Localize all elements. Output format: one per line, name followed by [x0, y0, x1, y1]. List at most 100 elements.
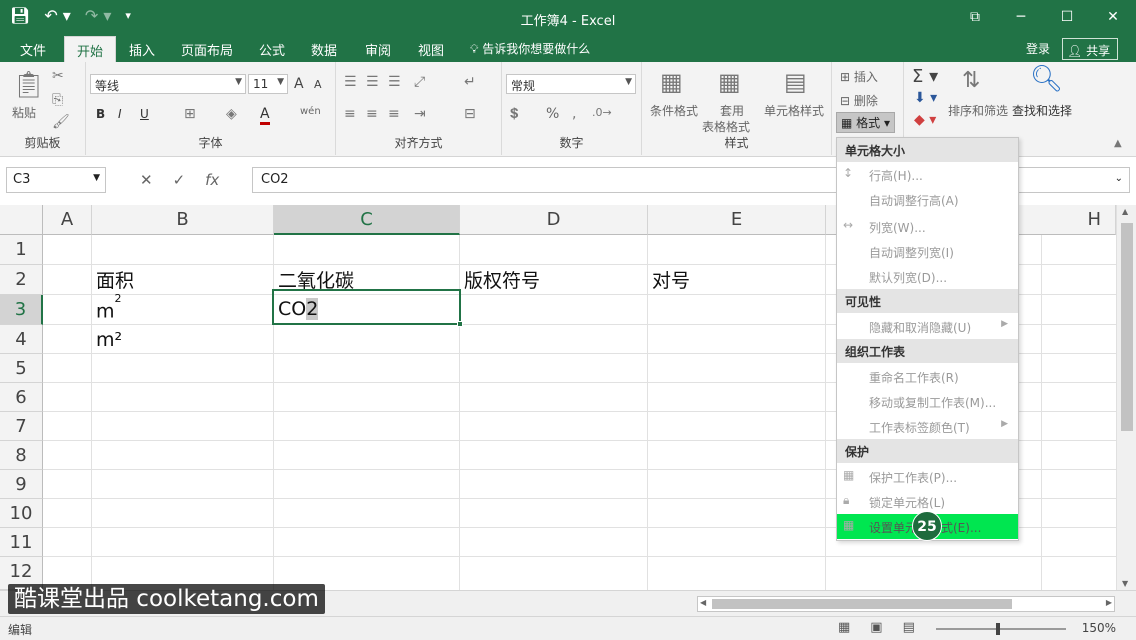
orientation-icon[interactable]: ⤢: [414, 74, 425, 90]
underline-button[interactable]: U: [140, 107, 149, 121]
row-header-7[interactable]: 7: [0, 412, 43, 441]
menu-item-protect-sheet[interactable]: ▦ 保护工作表(P)...: [837, 464, 1018, 489]
tab-home[interactable]: 开始: [64, 36, 117, 62]
find-select-label[interactable]: 查找和选择: [1012, 102, 1072, 119]
name-box[interactable]: C3 ▼: [6, 167, 106, 193]
scroll-right-icon[interactable]: ▶: [1106, 598, 1112, 607]
menu-item-tab-color[interactable]: 工作表标签颜色(T) ▶: [837, 414, 1018, 439]
paste-icon[interactable]: 📋︎: [12, 70, 45, 100]
fill-color-icon[interactable]: ◈: [226, 106, 237, 122]
autosum-icon[interactable]: Σ ▾: [912, 66, 938, 87]
column-header-b[interactable]: B: [92, 205, 274, 235]
align-bottom-icon[interactable]: ☰: [388, 74, 401, 90]
row-header-10[interactable]: 10: [0, 499, 43, 528]
delete-cells-button[interactable]: ⊟ 删除: [840, 92, 878, 109]
cell-styles-label[interactable]: 单元格样式: [764, 102, 824, 119]
percent-button[interactable]: %: [546, 106, 559, 122]
cancel-icon[interactable]: ✕: [140, 171, 153, 189]
cell-e2[interactable]: 对号: [652, 266, 690, 293]
font-color-icon[interactable]: A: [260, 106, 270, 125]
grow-font-icon[interactable]: A: [294, 76, 304, 92]
align-top-icon[interactable]: ☰: [344, 74, 357, 90]
row-header-2[interactable]: 2: [0, 265, 43, 295]
align-left-icon[interactable]: ≡: [344, 106, 356, 122]
cell-b4[interactable]: m²: [96, 329, 122, 351]
format-as-table-label-1[interactable]: 套用: [720, 102, 744, 119]
find-icon[interactable]: 🔍︎: [1030, 64, 1063, 94]
fill-handle[interactable]: [457, 321, 463, 327]
format-as-table-label-2[interactable]: 表格格式: [702, 118, 750, 135]
cut-icon[interactable]: ✂: [52, 68, 64, 84]
menu-item-default-width[interactable]: 默认列宽(D)...: [837, 264, 1018, 289]
insert-cells-button[interactable]: ⊞ 插入: [840, 68, 878, 85]
minimize-button[interactable]: ─: [998, 0, 1044, 34]
row-header-1[interactable]: 1: [0, 235, 43, 265]
row-header-8[interactable]: 8: [0, 441, 43, 470]
scroll-left-icon[interactable]: ◀: [700, 598, 706, 607]
align-center-icon[interactable]: ≡: [366, 106, 378, 122]
row-header-6[interactable]: 6: [0, 383, 43, 412]
tab-data[interactable]: 数据: [311, 40, 337, 59]
menu-item-column-width[interactable]: ↔ 列宽(W)...: [837, 214, 1018, 239]
page-layout-view-icon[interactable]: ▣: [870, 620, 882, 635]
tab-formulas[interactable]: 公式: [259, 40, 285, 59]
column-header-e[interactable]: E: [648, 205, 826, 235]
tab-review[interactable]: 审阅: [365, 40, 391, 59]
vertical-scrollbar[interactable]: ▲ ▼: [1116, 205, 1136, 590]
zoom-slider-knob[interactable]: [996, 623, 1000, 635]
currency-icon[interactable]: 💲︎: [510, 106, 518, 122]
menu-item-autofit-column[interactable]: 自动调整列宽(I): [837, 239, 1018, 264]
increase-decimal-icon[interactable]: .0→: [592, 106, 612, 119]
normal-view-icon[interactable]: ▦: [838, 620, 850, 635]
shrink-font-icon[interactable]: A: [314, 78, 322, 91]
tab-insert[interactable]: 插入: [129, 40, 155, 59]
insert-function-icon[interactable]: fx: [205, 171, 219, 189]
collapse-ribbon-icon[interactable]: ▲: [1114, 138, 1122, 149]
phonetic-icon[interactable]: wén: [300, 106, 321, 117]
vertical-scroll-thumb[interactable]: [1121, 223, 1133, 431]
align-right-icon[interactable]: ≡: [388, 106, 400, 122]
indent-icon[interactable]: ⇥: [414, 106, 426, 122]
zoom-slider[interactable]: [936, 623, 1066, 635]
font-size-select[interactable]: 11 ▼: [248, 74, 288, 94]
column-header-a[interactable]: A: [43, 205, 92, 235]
fill-icon[interactable]: ⬇ ▾: [914, 90, 937, 106]
scroll-up-icon[interactable]: ▲: [1122, 207, 1128, 216]
cell-d2[interactable]: 版权符号: [464, 266, 540, 293]
horizontal-scrollbar[interactable]: ◀ ▶: [697, 596, 1115, 612]
tab-page-layout[interactable]: 页面布局: [181, 40, 233, 59]
comma-icon[interactable]: ,: [572, 106, 576, 122]
zoom-level[interactable]: 150%: [1082, 621, 1116, 635]
scroll-down-icon[interactable]: ▼: [1122, 579, 1128, 588]
format-as-table-icon[interactable]: ▦: [718, 68, 741, 96]
select-all-corner[interactable]: [0, 205, 43, 235]
conditional-format-label[interactable]: 条件格式: [650, 102, 698, 119]
italic-button[interactable]: I: [118, 107, 122, 121]
menu-item-row-height[interactable]: ↕ 行高(H)...: [837, 162, 1018, 187]
close-button[interactable]: ✕: [1090, 0, 1136, 34]
menu-item-hide-unhide[interactable]: 隐藏和取消隐藏(U) ▶: [837, 314, 1018, 339]
sort-filter-label[interactable]: 排序和筛选: [948, 102, 1008, 119]
format-painter-icon[interactable]: 🖌︎: [52, 114, 70, 130]
tell-me-box[interactable]: 💡︎ 告诉我你想要做什么: [470, 40, 590, 57]
tab-view[interactable]: 视图: [418, 40, 444, 59]
column-header-d[interactable]: D: [460, 205, 648, 235]
page-break-view-icon[interactable]: ▤: [903, 620, 915, 635]
menu-item-move-copy-sheet[interactable]: 移动或复制工作表(M)...: [837, 389, 1018, 414]
clear-icon[interactable]: ◆ ▾: [914, 112, 936, 128]
row-header-9[interactable]: 9: [0, 470, 43, 499]
row-header-3[interactable]: 3: [0, 295, 43, 325]
ribbon-display-icon[interactable]: ⧉: [952, 0, 998, 34]
share-button[interactable]: 👤︎ 共享: [1062, 38, 1118, 60]
cell-b3[interactable]: m2: [96, 292, 122, 322]
maximize-button[interactable]: ☐: [1044, 0, 1090, 34]
login-link[interactable]: 登录: [1026, 40, 1050, 57]
menu-item-autofit-row[interactable]: 自动调整行高(A): [837, 187, 1018, 212]
conditional-format-icon[interactable]: ▦: [660, 68, 683, 96]
row-header-11[interactable]: 11: [0, 528, 43, 557]
enter-icon[interactable]: ✓: [173, 171, 186, 189]
row-header-5[interactable]: 5: [0, 354, 43, 383]
cell-b2[interactable]: 面积: [96, 266, 134, 293]
font-name-select[interactable]: 等线 ▼: [90, 74, 246, 94]
wrap-text-icon[interactable]: ↵: [464, 74, 476, 90]
